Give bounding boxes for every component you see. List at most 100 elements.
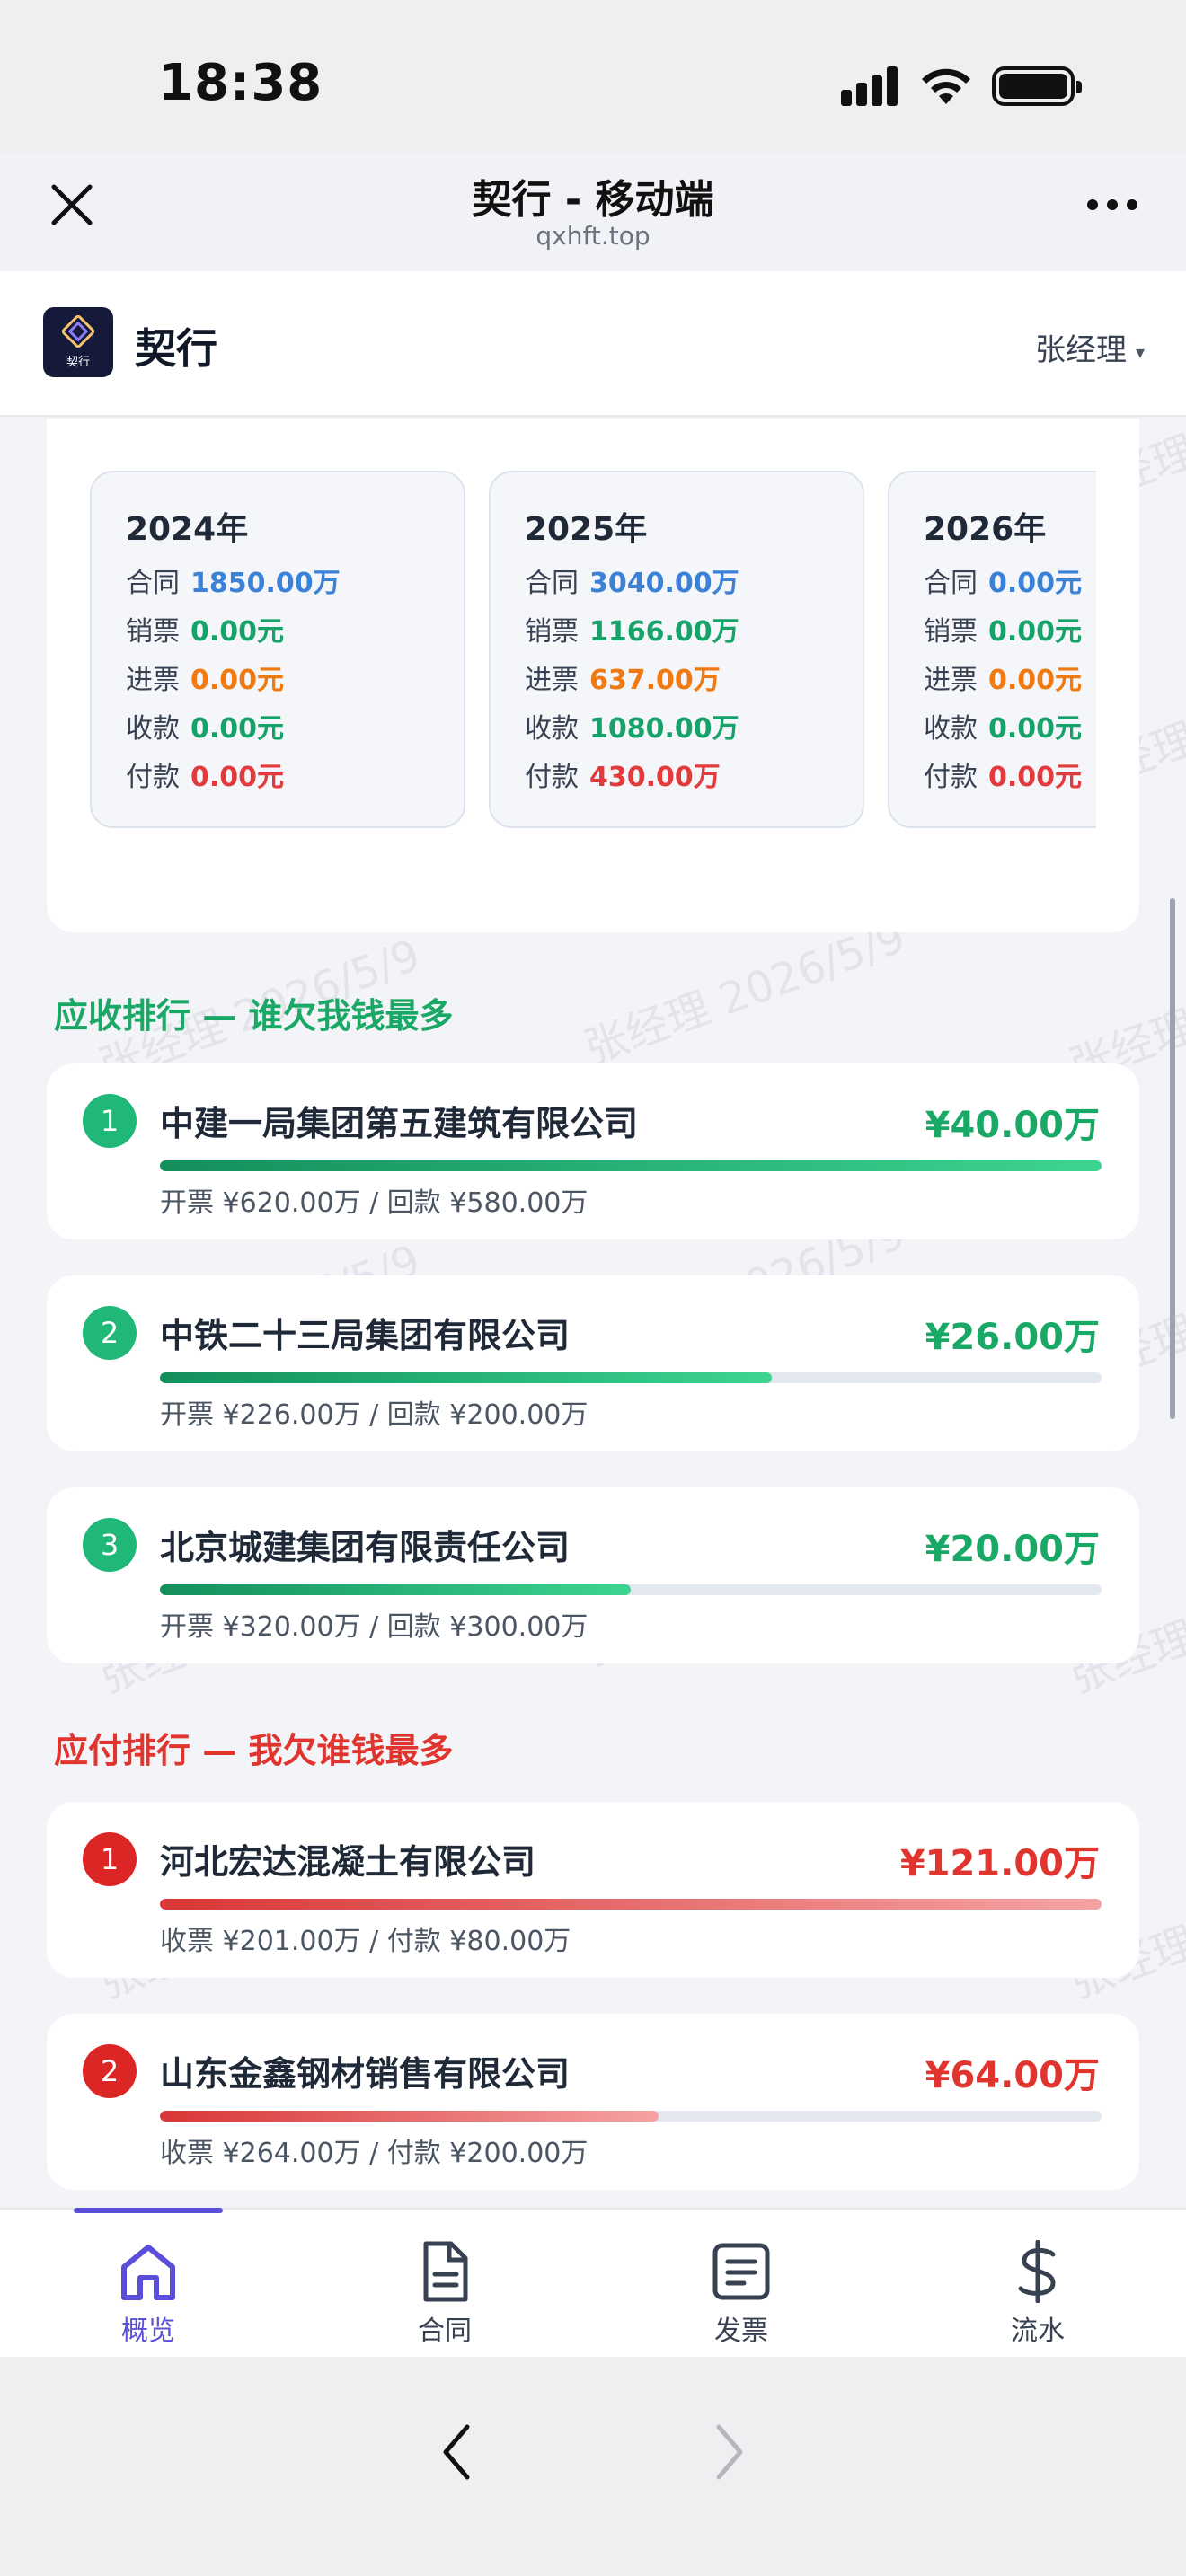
year-summary-card[interactable]: 2024年 合同 1850.00万 销票 0.00元 进票 0.00元 收款 0.00元 付款 0.… [90,471,465,828]
metric-value: 1080.00万 [589,713,739,745]
progress-track [160,2111,1102,2122]
app-logo: 契行 [43,307,113,377]
forward-arrow-icon[interactable] [701,2416,755,2488]
metric-label: 付款 [126,762,180,793]
year-metric-row: 销票 0.00元 [924,609,1082,648]
receivable-ranking-title: 应收排行 — 谁欠我钱最多 [54,996,454,1036]
browser-toolbar [0,2357,1186,2576]
outstanding-amount: ¥20.00万 [925,1529,1100,1570]
tab-overview[interactable]: 概览 [0,2208,296,2359]
year-title: 2026年 [924,511,1047,548]
tab-contracts[interactable]: 合同 [296,2210,593,2359]
tab-transactions[interactable]: 流水 [890,2210,1186,2359]
metric-label: 付款 [924,762,978,793]
rank-badge: 1 [83,1094,137,1148]
chevron-down-icon: ▾ [1135,340,1145,363]
metric-label: 销票 [126,616,180,648]
progress-fill [160,1160,1102,1171]
amount-detail: 开票 ¥226.00万 / 回款 ¥200.00万 [160,1399,589,1431]
metric-label: 销票 [525,616,579,648]
outstanding-amount: ¥121.00万 [899,1843,1100,1884]
outstanding-amount: ¥26.00万 [925,1317,1100,1358]
year-metric-row: 合同 1850.00万 [126,560,341,600]
bottom-tab-bar: 概览 合同 发票 流水 [0,2208,1186,2357]
more-options-icon[interactable] [1087,199,1141,214]
tab-label: 发票 [714,2316,768,2347]
progress-fill [160,1372,773,1383]
payable-ranking-title: 应付排行 — 我欠谁钱最多 [54,1731,454,1770]
metric-value: 637.00万 [589,665,721,696]
metric-label: 进票 [924,665,978,696]
progress-fill [160,2111,659,2122]
company-name: 山东金鑫钢材销售有限公司 [160,2054,571,2094]
user-menu[interactable]: 张经理 ▾ [1035,325,1145,369]
metric-label: 合同 [924,568,978,599]
company-name: 中铁二十三局集团有限公司 [160,1316,571,1355]
metric-value: 1166.00万 [589,616,739,648]
browser-url: qxhft.top [535,221,651,251]
cellular-signal-icon [841,66,900,106]
receivable-ranking-item[interactable]: 2 中铁二十三局集团有限公司 ¥26.00万开票 ¥226.00万 / 回款 ¥20… [47,1275,1139,1451]
progress-track [160,1372,1102,1383]
logo-text: 契行 [66,356,90,369]
amount-detail: 收票 ¥264.00万 / 付款 ¥200.00万 [160,2138,589,2169]
active-tab-indicator [74,2208,223,2213]
tab-label: 概览 [121,2316,175,2347]
company-name: 北京城建集团有限责任公司 [160,1528,571,1567]
metric-label: 付款 [525,762,579,793]
metric-label: 合同 [126,568,180,599]
progress-track [160,1160,1102,1171]
metric-value: 0.00元 [988,616,1083,648]
receivable-ranking-item[interactable]: 1 中建一局集团第五建筑有限公司 ¥40.00万 开票 ¥620.00万 / 回款 ¥… [47,1063,1139,1239]
wifi-icon [922,68,970,104]
metric-value: 0.00元 [190,616,285,648]
rank-badge: 1 [83,1832,137,1886]
tab-invoices[interactable]: 发票 [593,2210,890,2359]
metric-label: 收款 [126,713,180,745]
rank-badge: 2 [83,1306,137,1360]
year-metric-row: 收款 0.00元 [126,706,284,745]
invoice-icon [712,2243,770,2300]
year-summary-card[interactable]: 2025年合同 3040.00万销票 1166.00万进票 637.00万收款 1080… [489,471,864,828]
year-metric-row: 收款 0.00元 [924,706,1082,745]
tab-label: 合同 [418,2316,472,2347]
metric-value: 3040.00万 [589,568,739,599]
progress-track [160,1899,1102,1910]
outstanding-amount: ¥64.00万 [925,2055,1100,2096]
progress-track [160,1584,1102,1595]
year-metric-row: 付款 0.00元 [126,754,284,794]
year-metric-row: 收款 1080.00万 [525,706,739,745]
year-metric-row: 合同 0.00元 [924,560,1082,600]
year-title: 2024年 [126,511,249,548]
page-scrollbar[interactable] [1170,898,1175,1419]
dashboard-content[interactable]: 张经理 2026/5/9张经理 2026/5/9张经理 2026/5/9张经理 … [0,419,1186,2206]
metric-label: 进票 [126,665,180,696]
metric-value: 0.00元 [988,568,1083,599]
browser-page-title: 契行 - 移动端 [472,177,714,223]
dollar-icon [1018,2240,1056,2303]
payable-ranking-item[interactable]: 2 山东金鑫钢材销售有限公司 ¥64.00万 收票 ¥264.00万 / 付款 ¥20… [47,2014,1139,2190]
company-name: 河北宏达混凝土有限公司 [160,1842,536,1882]
year-metric-row: 进票 637.00万 [525,657,721,697]
metric-label: 收款 [924,713,978,745]
metric-value: 1850.00万 [190,568,341,599]
progress-fill [160,1584,631,1595]
payable-ranking-item[interactable]: 1 河北宏达混凝土有限公司 ¥121.00万 收票 ¥201.00万 / 付款 ¥80… [47,1802,1139,1978]
outstanding-amount: ¥40.00万 [925,1105,1100,1146]
rank-badge: 3 [83,1518,137,1572]
back-arrow-icon[interactable] [431,2416,485,2488]
progress-fill [160,1899,1102,1910]
year-summary-card[interactable]: 2026年 合同 0.00元 销票 0.00元 进票 0.00元 收款 0.00元 付款 0.00元 [888,471,1096,828]
year-title: 2025年 [525,511,648,548]
company-name: 中建一局集团第五建筑有限公司 [160,1104,639,1143]
yearly-cards-scroller[interactable]: 2024年 合同 1850.00万 销票 0.00元 进票 0.00元 收款 0.00元 付款 0.… [90,471,1096,830]
metric-value: 0.00元 [190,665,285,696]
metric-value: 0.00元 [988,713,1083,745]
receivable-ranking-item[interactable]: 3 北京城建集团有限责任公司 ¥20.00万开票 ¥320.00万 / 回款 ¥30… [47,1487,1139,1663]
year-metric-row: 合同 3040.00万 [525,560,739,600]
status-bar: 18:38 契行 - 移动端 qxhft.top [0,0,1186,251]
metric-value: 0.00元 [988,665,1083,696]
metric-value: 0.00元 [190,713,285,745]
metric-label: 收款 [525,713,579,745]
amount-detail: 开票 ¥320.00万 / 回款 ¥300.00万 [160,1611,589,1643]
